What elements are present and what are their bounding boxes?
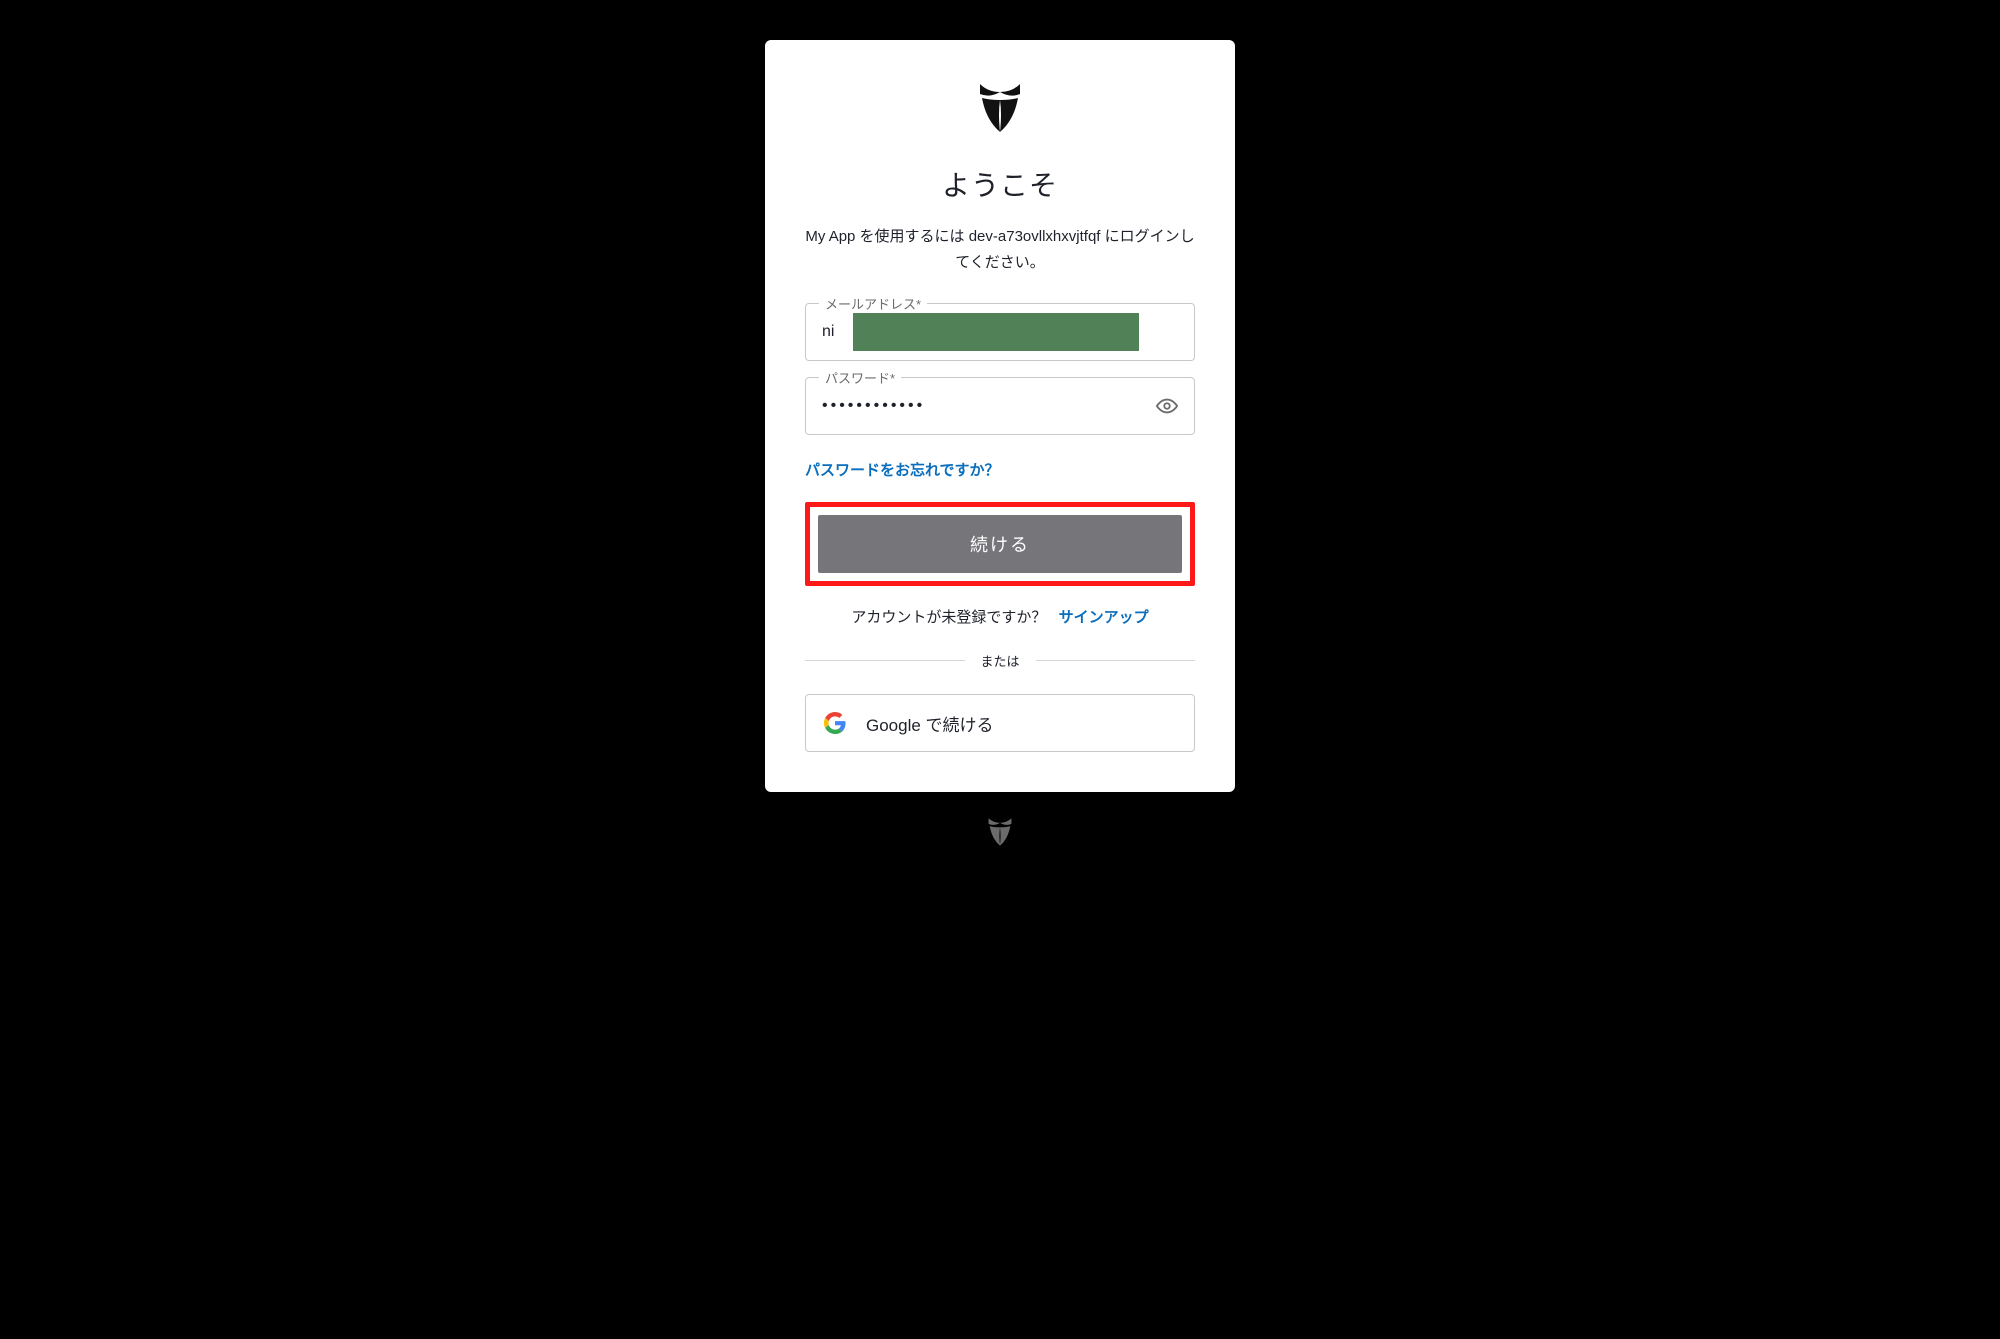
password-label: パスワード*: [819, 368, 901, 387]
signup-row: アカウントが未登録ですか？ サインアップ: [851, 606, 1148, 627]
signup-link[interactable]: サインアップ: [1059, 609, 1149, 626]
login-card: ようこそ My App を使用するには dev-a73ovllxhxvjtfqf…: [765, 40, 1235, 792]
email-field-wrapper: メールアドレス*: [805, 303, 1195, 361]
continue-highlight-box: 続ける: [805, 502, 1195, 586]
page-title: ようこそ: [942, 164, 1058, 204]
divider: または: [805, 651, 1195, 670]
google-continue-button[interactable]: Google で続ける: [805, 694, 1195, 752]
divider-line-left: [805, 660, 965, 661]
subtitle-text: My App を使用するには dev-a73ovllxhxvjtfqf にログイ…: [805, 224, 1195, 275]
email-label: メールアドレス*: [819, 294, 927, 313]
footer-shield-icon: [986, 816, 1014, 848]
email-redaction: [853, 313, 1139, 351]
signup-prompt: アカウントが未登録ですか？: [851, 609, 1046, 626]
continue-button[interactable]: 続ける: [818, 515, 1182, 573]
shield-logo-icon: [976, 80, 1024, 136]
google-icon: [824, 712, 846, 734]
divider-label: または: [965, 651, 1036, 670]
show-password-icon[interactable]: [1155, 394, 1179, 418]
password-field-wrapper: パスワード*: [805, 377, 1195, 435]
google-button-label: Google で続ける: [866, 711, 994, 736]
divider-line-right: [1036, 660, 1196, 661]
forgot-password-link[interactable]: パスワードをお忘れですか？: [805, 459, 1000, 480]
